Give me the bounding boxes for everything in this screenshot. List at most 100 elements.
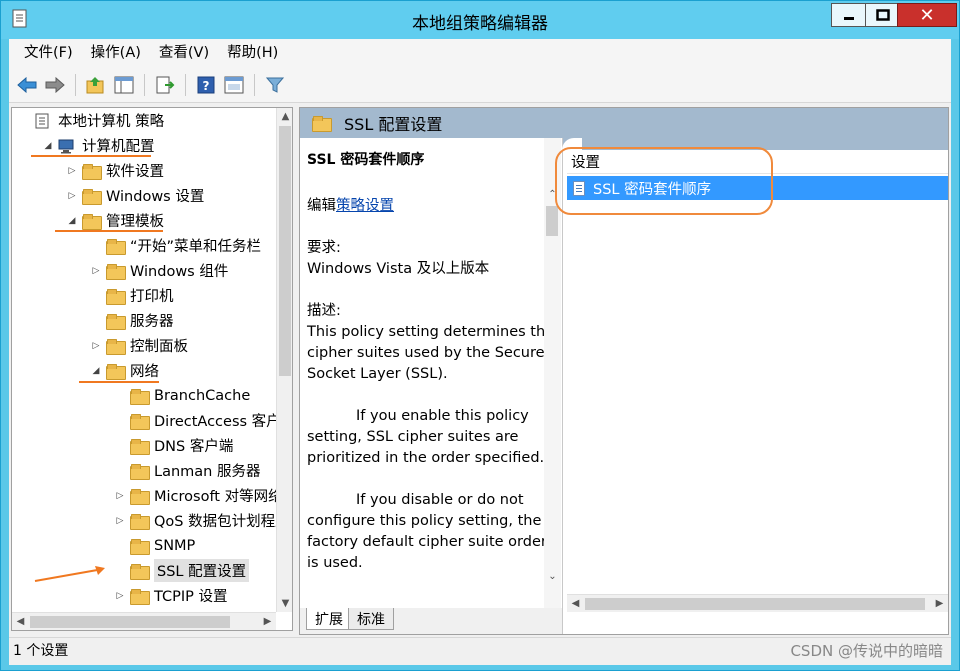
menu-help[interactable]: 帮助(H) bbox=[218, 39, 287, 67]
policy-icon bbox=[35, 113, 49, 128]
menu-file[interactable]: 文件(F) bbox=[15, 39, 82, 67]
console-tree[interactable]: 本地计算机 策略 ◢ 计算机配置 ▷ 软件设置 ▷ Windows 设置 ◢ 管理模板 “开始”菜… bbox=[11, 107, 293, 631]
tree-item-label: 网络 bbox=[130, 364, 159, 380]
svg-text:?: ? bbox=[203, 79, 210, 93]
scroll-up-icon[interactable]: ▲ bbox=[277, 108, 292, 125]
menu-action[interactable]: 操作(A) bbox=[82, 39, 150, 67]
help-button[interactable]: ? bbox=[194, 73, 218, 97]
status-bar: 1 个设置 CSDN @传说中的暗暗 bbox=[9, 637, 951, 665]
properties-button[interactable] bbox=[222, 73, 246, 97]
tree-item-label: QoS 数据包计划程序 bbox=[154, 514, 290, 530]
export-list-button[interactable] bbox=[153, 73, 177, 97]
watermark: CSDN @传说中的暗暗 bbox=[790, 642, 943, 660]
client-area: 文件(F) 操作(A) 查看(V) 帮助(H) ? 本地计算机 策略 ◢ 计算机… bbox=[9, 39, 951, 665]
tree-item[interactable]: BranchCache bbox=[114, 383, 250, 408]
tree-item-label: BranchCache bbox=[154, 387, 251, 404]
tree-item[interactable]: DNS 客户端 bbox=[114, 433, 233, 458]
tree-item[interactable]: ▷ 控制面板 bbox=[90, 333, 188, 358]
tree-item-label: Lanman 服务器 bbox=[154, 464, 261, 480]
tab-extended[interactable]: 扩展 bbox=[306, 608, 352, 630]
collapse-icon[interactable]: ◢ bbox=[66, 216, 78, 226]
tree-item[interactable]: 服务器 bbox=[90, 308, 174, 333]
folder-icon bbox=[130, 438, 150, 455]
expand-icon[interactable]: ▷ bbox=[90, 341, 102, 351]
tree-vertical-scrollbar[interactable]: ▲ ▼ bbox=[276, 108, 292, 612]
scroll-thumb[interactable] bbox=[546, 206, 558, 236]
expand-icon[interactable]: ▷ bbox=[114, 591, 126, 601]
scroll-down-icon[interactable]: ▼ bbox=[277, 595, 292, 612]
expand-icon[interactable]: ▷ bbox=[114, 491, 126, 501]
tree-item[interactable]: 本地计算机 策略 bbox=[18, 108, 164, 133]
tree-item[interactable]: ▷ 软件设置 bbox=[66, 158, 164, 183]
folder-icon bbox=[130, 588, 150, 605]
scroll-left-icon[interactable]: ◀ bbox=[567, 595, 584, 612]
tree-item[interactable]: “开始”菜单和任务栏 bbox=[90, 233, 261, 258]
scroll-right-icon[interactable]: ▶ bbox=[259, 613, 276, 630]
forward-button[interactable] bbox=[43, 73, 67, 97]
tree-item-label: SNMP bbox=[154, 537, 196, 554]
tree-item[interactable]: ▷ QoS 数据包计划程序 bbox=[114, 508, 290, 533]
scroll-thumb[interactable] bbox=[30, 616, 230, 628]
tree-item[interactable]: 打印机 bbox=[90, 283, 174, 308]
minimize-icon bbox=[844, 17, 854, 20]
folder-icon bbox=[130, 413, 150, 430]
tab-standard[interactable]: 标准 bbox=[348, 608, 394, 630]
scroll-thumb[interactable] bbox=[585, 598, 925, 610]
scroll-down-icon[interactable]: ⌄ bbox=[544, 568, 561, 585]
tree-item[interactable]: ▷ Microsoft 对等网络 bbox=[114, 483, 283, 508]
tree-item-label: SSL 配置设置 bbox=[154, 559, 250, 582]
description-paragraph: If you disable or do not configure this … bbox=[307, 492, 547, 571]
folder-icon bbox=[106, 338, 126, 355]
title-bar[interactable]: 本地组策略编辑器 ✕ bbox=[1, 1, 959, 39]
tree-item-label: 服务器 bbox=[130, 314, 174, 330]
requirements-label: 要求: bbox=[307, 240, 341, 256]
menu-view[interactable]: 查看(V) bbox=[150, 39, 218, 67]
description-paragraph: If you enable this policy setting, SSL c… bbox=[307, 408, 545, 466]
tree-item[interactable]: ▷ Windows 设置 bbox=[66, 183, 204, 208]
collapse-icon[interactable]: ◢ bbox=[42, 141, 54, 151]
expand-icon[interactable]: ▷ bbox=[66, 166, 78, 176]
tree-item[interactable]: DirectAccess 客户端 bbox=[114, 408, 292, 433]
view-tabs: 扩展 标准 bbox=[300, 608, 562, 634]
maximize-button[interactable] bbox=[865, 3, 901, 27]
tree-item-label: 控制面板 bbox=[130, 339, 188, 355]
minimize-button[interactable] bbox=[831, 3, 867, 27]
tree-item-label: “开始”菜单和任务栏 bbox=[130, 239, 262, 255]
scroll-right-icon[interactable]: ▶ bbox=[931, 595, 948, 612]
folder-icon bbox=[106, 363, 126, 380]
tree-item[interactable]: ◢ 网络 bbox=[90, 358, 159, 383]
edit-policy-link[interactable]: 策略设置 bbox=[336, 198, 394, 214]
tree-item[interactable]: SSL 配置设置 bbox=[114, 558, 250, 583]
tree-item[interactable]: ▷ Windows 组件 bbox=[90, 258, 228, 283]
toolbar-separator bbox=[75, 73, 76, 96]
filter-button[interactable] bbox=[263, 73, 287, 97]
folder-icon bbox=[130, 388, 150, 405]
tree-item-label: 软件设置 bbox=[106, 164, 164, 180]
menu-bar: 文件(F) 操作(A) 查看(V) 帮助(H) bbox=[9, 39, 951, 67]
close-button[interactable]: ✕ bbox=[897, 3, 957, 27]
annotation-highlight bbox=[555, 147, 773, 215]
tree-item[interactable]: ▷ TCPIP 设置 bbox=[114, 583, 228, 608]
annotation-underline bbox=[79, 381, 159, 383]
up-folder-button[interactable] bbox=[84, 73, 108, 97]
expand-icon[interactable]: ▷ bbox=[114, 516, 126, 526]
collapse-icon[interactable]: ◢ bbox=[90, 366, 102, 376]
tree-horizontal-scrollbar[interactable]: ◀ ▶ bbox=[12, 612, 276, 630]
expand-icon[interactable]: ▷ bbox=[90, 266, 102, 276]
filter-icon bbox=[266, 77, 284, 93]
computer-icon bbox=[58, 139, 74, 153]
folder-icon bbox=[82, 163, 102, 180]
scroll-thumb[interactable] bbox=[279, 126, 291, 376]
edit-line: 编辑策略设置 bbox=[307, 196, 562, 217]
show-hide-tree-button[interactable] bbox=[112, 73, 136, 97]
folder-icon bbox=[106, 313, 126, 330]
list-horizontal-scrollbar[interactable]: ◀ ▶ bbox=[567, 594, 948, 612]
tree-item-label: 打印机 bbox=[130, 289, 174, 305]
folder-icon bbox=[106, 238, 126, 255]
tree-item[interactable]: Lanman 服务器 bbox=[114, 458, 260, 483]
folder-icon bbox=[106, 263, 126, 280]
tree-item[interactable]: SNMP bbox=[114, 533, 195, 558]
back-button[interactable] bbox=[15, 73, 39, 97]
expand-icon[interactable]: ▷ bbox=[66, 191, 78, 201]
scroll-left-icon[interactable]: ◀ bbox=[12, 613, 29, 630]
